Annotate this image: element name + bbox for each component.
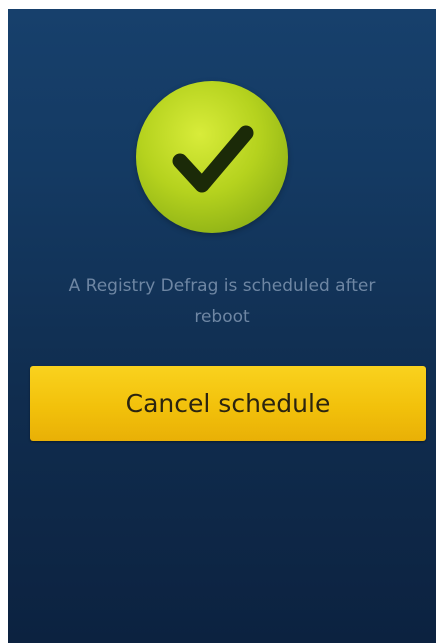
status-message: A Registry Defrag is scheduled after reb… xyxy=(8,271,436,333)
status-message-line-1: A Registry Defrag is scheduled after xyxy=(68,276,376,296)
defrag-status-panel: A Registry Defrag is scheduled after reb… xyxy=(8,9,436,643)
status-message-line-2: reboot xyxy=(194,307,250,327)
checkmark-icon xyxy=(136,81,288,233)
success-indicator xyxy=(136,81,288,233)
cancel-schedule-button[interactable]: Cancel schedule xyxy=(30,366,426,441)
cancel-schedule-label: Cancel schedule xyxy=(125,389,331,418)
